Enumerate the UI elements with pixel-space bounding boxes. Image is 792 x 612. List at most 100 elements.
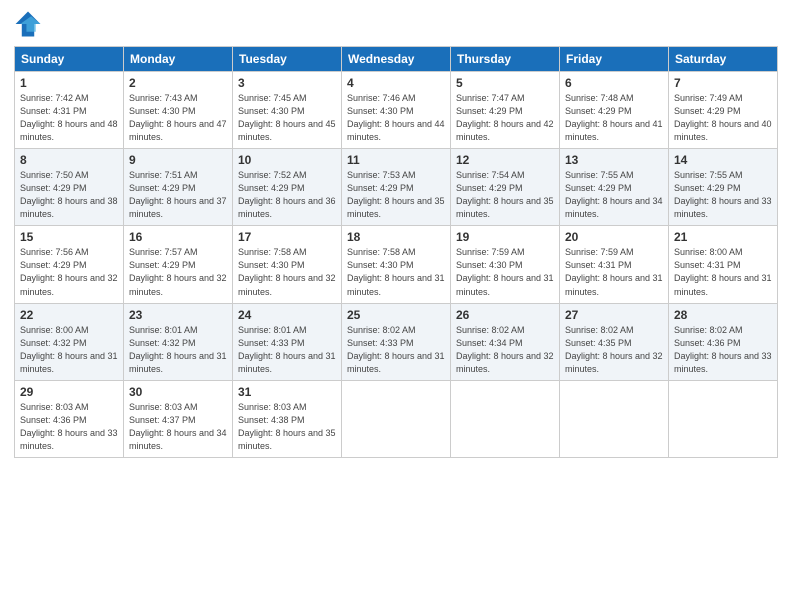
calendar-day-cell: 13 Sunrise: 7:55 AMSunset: 4:29 PMDayligh… [560, 149, 669, 226]
day-info: Sunrise: 8:03 AMSunset: 4:37 PMDaylight:… [129, 401, 227, 453]
day-of-week-header: Saturday [669, 47, 778, 72]
day-info: Sunrise: 7:59 AMSunset: 4:30 PMDaylight:… [456, 246, 554, 298]
calendar-day-cell: 6 Sunrise: 7:48 AMSunset: 4:29 PMDaylight… [560, 72, 669, 149]
calendar-day-cell: 4Sunrise: 7:46 AMSunset: 4:30 PMDaylight… [342, 72, 451, 149]
day-number: 6 [565, 76, 663, 90]
day-number: 31 [238, 385, 336, 399]
calendar-day-cell [342, 380, 451, 457]
day-info: Sunrise: 8:00 AMSunset: 4:31 PMDaylight:… [674, 246, 772, 298]
calendar-day-cell [669, 380, 778, 457]
calendar-day-cell [451, 380, 560, 457]
day-number: 18 [347, 230, 445, 244]
day-info: Sunrise: 7:55 AMSunset: 4:29 PMDaylight:… [565, 169, 663, 221]
calendar-day-cell: 19 Sunrise: 7:59 AMSunset: 4:30 PMDayligh… [451, 226, 560, 303]
day-info: Sunrise: 7:58 AMSunset: 4:30 PMDaylight:… [238, 246, 336, 298]
day-number: 10 [238, 153, 336, 167]
header [14, 10, 778, 38]
calendar-day-cell: 16 Sunrise: 7:57 AMSunset: 4:29 PMDayligh… [124, 226, 233, 303]
calendar-day-cell: 8 Sunrise: 7:50 AMSunset: 4:29 PMDaylight… [15, 149, 124, 226]
day-info: Sunrise: 8:02 AMSunset: 4:36 PMDaylight:… [674, 324, 772, 376]
day-number: 19 [456, 230, 554, 244]
calendar-week-row: 8 Sunrise: 7:50 AMSunset: 4:29 PMDaylight… [15, 149, 778, 226]
calendar-day-cell: 21 Sunrise: 8:00 AMSunset: 4:31 PMDayligh… [669, 226, 778, 303]
calendar-day-cell: 7Sunrise: 7:49 AMSunset: 4:29 PMDaylight… [669, 72, 778, 149]
day-number: 3 [238, 76, 336, 90]
calendar-day-cell: 15 Sunrise: 7:56 AMSunset: 4:29 PMDayligh… [15, 226, 124, 303]
calendar-day-cell: 10 Sunrise: 7:52 AMSunset: 4:29 PMDayligh… [233, 149, 342, 226]
calendar-week-row: 29Sunrise: 8:03 AMSunset: 4:36 PMDayligh… [15, 380, 778, 457]
day-number: 15 [20, 230, 118, 244]
day-info: Sunrise: 7:50 AMSunset: 4:29 PMDaylight:… [20, 169, 118, 221]
day-info: Sunrise: 7:46 AMSunset: 4:30 PMDaylight:… [347, 92, 445, 144]
day-number: 14 [674, 153, 772, 167]
day-number: 5 [456, 76, 554, 90]
calendar-day-cell: 12Sunrise: 7:54 AMSunset: 4:29 PMDayligh… [451, 149, 560, 226]
calendar-day-cell: 27 Sunrise: 8:02 AMSunset: 4:35 PMDayligh… [560, 303, 669, 380]
day-info: Sunrise: 7:52 AMSunset: 4:29 PMDaylight:… [238, 169, 336, 221]
day-number: 29 [20, 385, 118, 399]
calendar-day-cell: 9 Sunrise: 7:51 AMSunset: 4:29 PMDaylight… [124, 149, 233, 226]
day-info: Sunrise: 7:56 AMSunset: 4:29 PMDaylight:… [20, 246, 118, 298]
day-info: Sunrise: 8:00 AMSunset: 4:32 PMDaylight:… [20, 324, 118, 376]
day-number: 1 [20, 76, 118, 90]
day-number: 27 [565, 308, 663, 322]
day-info: Sunrise: 7:45 AMSunset: 4:30 PMDaylight:… [238, 92, 336, 144]
day-info: Sunrise: 8:02 AMSunset: 4:33 PMDaylight:… [347, 324, 445, 376]
calendar-day-cell: 28Sunrise: 8:02 AMSunset: 4:36 PMDayligh… [669, 303, 778, 380]
day-info: Sunrise: 8:02 AMSunset: 4:34 PMDaylight:… [456, 324, 554, 376]
day-info: Sunrise: 7:43 AMSunset: 4:30 PMDaylight:… [129, 92, 227, 144]
day-number: 22 [20, 308, 118, 322]
day-info: Sunrise: 7:59 AMSunset: 4:31 PMDaylight:… [565, 246, 663, 298]
day-info: Sunrise: 8:03 AMSunset: 4:38 PMDaylight:… [238, 401, 336, 453]
calendar-day-cell: 18Sunrise: 7:58 AMSunset: 4:30 PMDayligh… [342, 226, 451, 303]
day-of-week-header: Sunday [15, 47, 124, 72]
calendar-day-cell: 14 Sunrise: 7:55 AMSunset: 4:29 PMDayligh… [669, 149, 778, 226]
day-of-week-header: Friday [560, 47, 669, 72]
day-of-week-header: Monday [124, 47, 233, 72]
day-info: Sunrise: 8:01 AMSunset: 4:33 PMDaylight:… [238, 324, 336, 376]
calendar-day-cell: 22 Sunrise: 8:00 AMSunset: 4:32 PMDayligh… [15, 303, 124, 380]
day-info: Sunrise: 7:51 AMSunset: 4:29 PMDaylight:… [129, 169, 227, 221]
calendar-day-cell: 26Sunrise: 8:02 AMSunset: 4:34 PMDayligh… [451, 303, 560, 380]
day-number: 8 [20, 153, 118, 167]
calendar-day-cell: 20 Sunrise: 7:59 AMSunset: 4:31 PMDayligh… [560, 226, 669, 303]
page: SundayMondayTuesdayWednesdayThursdayFrid… [0, 0, 792, 612]
calendar-header-row: SundayMondayTuesdayWednesdayThursdayFrid… [15, 47, 778, 72]
day-number: 16 [129, 230, 227, 244]
day-info: Sunrise: 8:02 AMSunset: 4:35 PMDaylight:… [565, 324, 663, 376]
day-info: Sunrise: 7:57 AMSunset: 4:29 PMDaylight:… [129, 246, 227, 298]
day-of-week-header: Thursday [451, 47, 560, 72]
day-info: Sunrise: 7:53 AMSunset: 4:29 PMDaylight:… [347, 169, 445, 221]
day-info: Sunrise: 7:42 AMSunset: 4:31 PMDaylight:… [20, 92, 118, 144]
day-info: Sunrise: 7:47 AMSunset: 4:29 PMDaylight:… [456, 92, 554, 144]
calendar-day-cell: 23 Sunrise: 8:01 AMSunset: 4:32 PMDayligh… [124, 303, 233, 380]
day-number: 21 [674, 230, 772, 244]
day-number: 23 [129, 308, 227, 322]
calendar-day-cell: 31 Sunrise: 8:03 AMSunset: 4:38 PMDayligh… [233, 380, 342, 457]
day-info: Sunrise: 7:54 AMSunset: 4:29 PMDaylight:… [456, 169, 554, 221]
day-number: 9 [129, 153, 227, 167]
calendar-table: SundayMondayTuesdayWednesdayThursdayFrid… [14, 46, 778, 458]
day-number: 17 [238, 230, 336, 244]
day-info: Sunrise: 7:48 AMSunset: 4:29 PMDaylight:… [565, 92, 663, 144]
calendar-week-row: 1 Sunrise: 7:42 AMSunset: 4:31 PMDaylight… [15, 72, 778, 149]
day-number: 24 [238, 308, 336, 322]
day-number: 2 [129, 76, 227, 90]
calendar-day-cell: 25 Sunrise: 8:02 AMSunset: 4:33 PMDayligh… [342, 303, 451, 380]
day-number: 7 [674, 76, 772, 90]
calendar-day-cell: 5 Sunrise: 7:47 AMSunset: 4:29 PMDaylight… [451, 72, 560, 149]
calendar-week-row: 22 Sunrise: 8:00 AMSunset: 4:32 PMDayligh… [15, 303, 778, 380]
day-number: 30 [129, 385, 227, 399]
day-info: Sunrise: 7:55 AMSunset: 4:29 PMDaylight:… [674, 169, 772, 221]
day-number: 13 [565, 153, 663, 167]
day-number: 20 [565, 230, 663, 244]
calendar-day-cell: 17 Sunrise: 7:58 AMSunset: 4:30 PMDayligh… [233, 226, 342, 303]
calendar-day-cell: 1 Sunrise: 7:42 AMSunset: 4:31 PMDaylight… [15, 72, 124, 149]
calendar-day-cell: 2 Sunrise: 7:43 AMSunset: 4:30 PMDaylight… [124, 72, 233, 149]
day-number: 11 [347, 153, 445, 167]
day-info: Sunrise: 8:01 AMSunset: 4:32 PMDaylight:… [129, 324, 227, 376]
day-of-week-header: Wednesday [342, 47, 451, 72]
day-number: 25 [347, 308, 445, 322]
calendar-day-cell: 29Sunrise: 8:03 AMSunset: 4:36 PMDayligh… [15, 380, 124, 457]
calendar-day-cell: 24 Sunrise: 8:01 AMSunset: 4:33 PMDayligh… [233, 303, 342, 380]
